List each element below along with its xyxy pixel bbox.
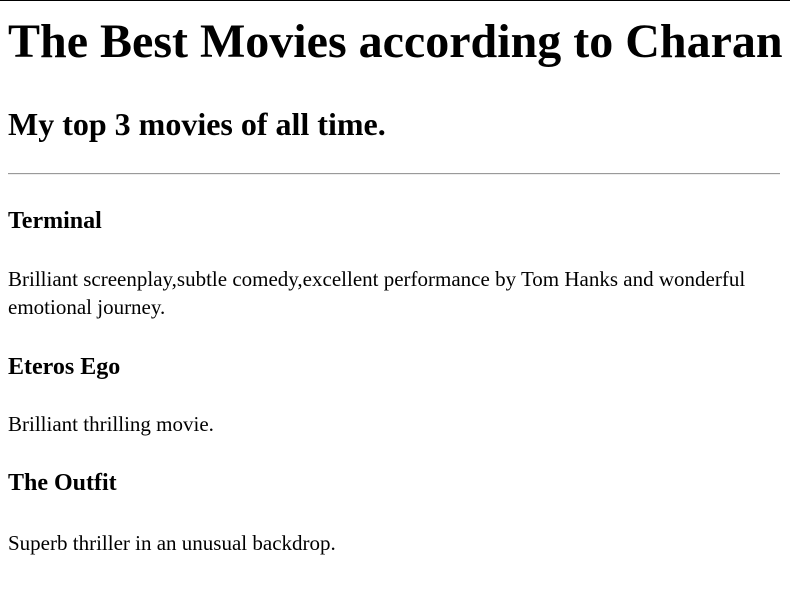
top-border (0, 0, 790, 1)
movie-title-the-outfit: The Outfit (8, 470, 117, 496)
page-title: The Best Movies according to Charan (8, 15, 783, 68)
movie-description-eteros-ego: Brilliant thrilling movie. (8, 412, 214, 436)
page-subtitle: My top 3 movies of all time. (8, 106, 386, 142)
horizontal-rule (8, 173, 780, 175)
movie-description-terminal: Brilliant screenplay,subtle comedy,excel… (8, 267, 746, 319)
movie-description-the-outfit: Superb thriller in an unusual backdrop. (8, 531, 336, 555)
movie-title-eteros-ego: Eteros Ego (8, 354, 121, 380)
movie-title-terminal: Terminal (8, 208, 102, 234)
